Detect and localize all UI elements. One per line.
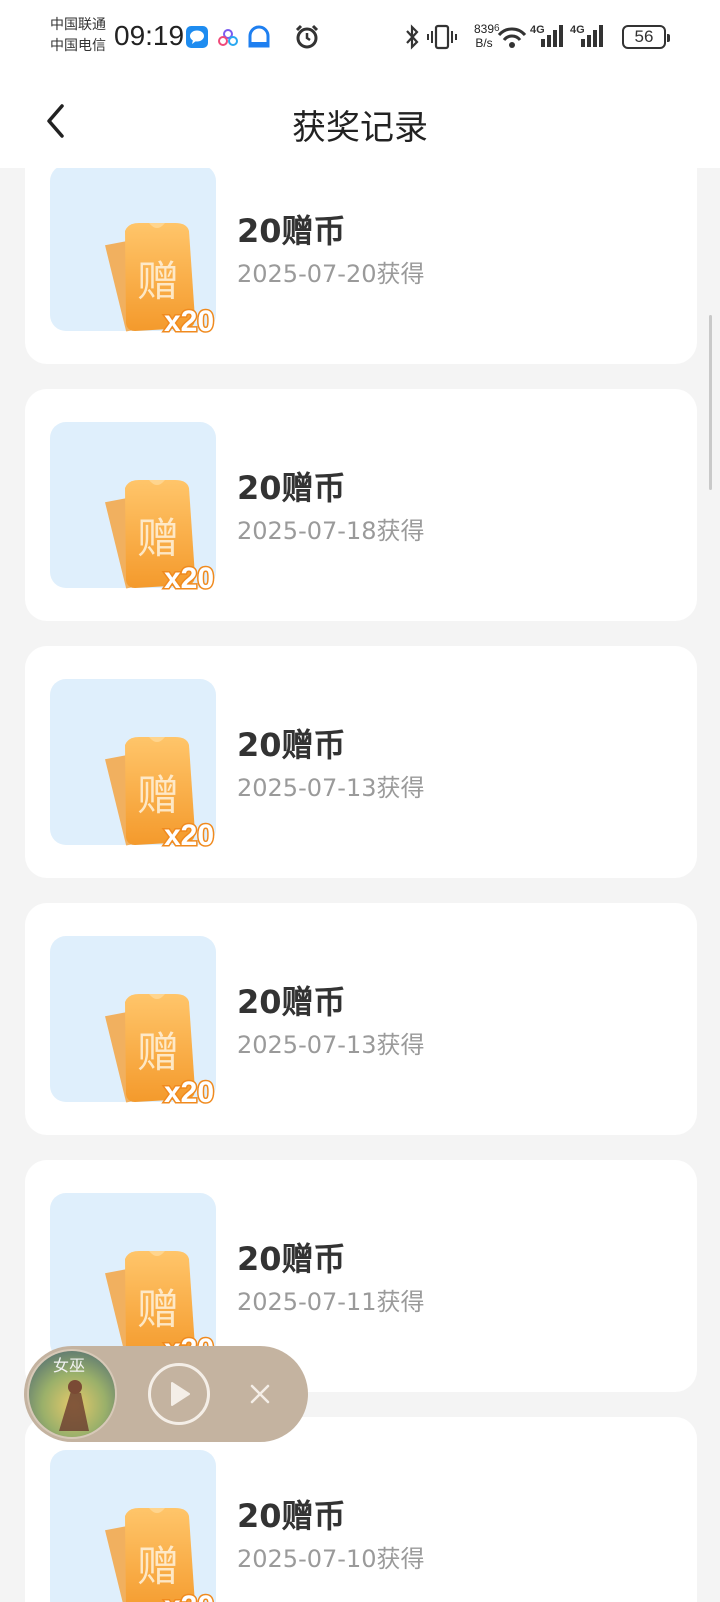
record-date: 2025-07-18获得 <box>237 517 425 545</box>
play-icon <box>171 1382 190 1406</box>
svg-text:赠: 赠 <box>137 771 179 820</box>
record-card[interactable]: 赠 x20 20赠币 2025-07-20获得 <box>25 168 697 364</box>
battery-indicator: 56 <box>622 25 670 49</box>
record-date: 2025-07-10获得 <box>237 1545 425 1573</box>
wifi-icon: 6 <box>494 22 528 54</box>
signal-4g-icon: 4G <box>570 22 606 54</box>
net-speed-unit: B/s <box>475 36 493 50</box>
net-speed: 839 B/s <box>474 22 494 50</box>
svg-text:赠: 赠 <box>137 1285 179 1334</box>
reward-thumbnail: 赠 x20 <box>50 1193 216 1368</box>
svg-text:x20: x20 <box>164 305 214 338</box>
net-speed-value: 839 <box>474 22 495 36</box>
close-icon <box>250 1384 270 1404</box>
bluetooth-icon <box>404 24 420 54</box>
svg-text:4G: 4G <box>530 24 545 36</box>
player-cover[interactable]: 女巫 <box>27 1349 117 1439</box>
record-card[interactable]: 赠 x20 20赠币 2025-07-13获得 <box>25 903 697 1135</box>
record-card[interactable]: 赠 x20 20赠币 2025-07-13获得 <box>25 646 697 878</box>
close-player-button[interactable] <box>238 1372 282 1416</box>
record-date: 2025-07-11获得 <box>237 1288 425 1316</box>
carrier-labels: 中国联通 中国电信 <box>50 15 106 57</box>
cloud-app-icon <box>246 24 272 54</box>
page-title: 获奖记录 <box>292 108 428 148</box>
svg-text:x20: x20 <box>164 1590 214 1602</box>
signal-4g-icon: 4G <box>530 22 566 54</box>
record-title: 20赠币 <box>237 1240 346 1278</box>
message-app-icon <box>185 25 209 53</box>
vibrate-icon <box>426 24 458 54</box>
floating-player[interactable]: 女巫 <box>24 1346 308 1442</box>
record-date: 2025-07-13获得 <box>237 774 425 802</box>
record-title: 20赠币 <box>237 1497 346 1535</box>
reward-thumbnail: 赠 x20 <box>50 422 216 597</box>
svg-text:x20: x20 <box>164 1076 214 1109</box>
svg-text:4G: 4G <box>570 24 585 36</box>
svg-text:x20: x20 <box>164 562 214 595</box>
app-icon <box>216 26 240 54</box>
play-button[interactable] <box>148 1363 210 1425</box>
coupon-icon: 赠 x20 <box>105 1508 216 1602</box>
svg-text:6: 6 <box>494 23 500 34</box>
player-cover-title: 女巫 <box>53 1356 85 1375</box>
record-title: 20赠币 <box>237 212 346 250</box>
coupon-icon: 赠 x20 <box>105 480 216 597</box>
svg-text:赠: 赠 <box>137 1542 179 1591</box>
svg-text:赠: 赠 <box>137 514 179 563</box>
coupon-icon: 赠 x20 <box>105 994 216 1111</box>
carrier-1: 中国联通 <box>50 17 106 33</box>
alarm-icon <box>293 23 321 55</box>
app-header: 获奖记录 <box>0 76 720 168</box>
reward-thumbnail: 赠 x20 <box>50 1450 216 1602</box>
coupon-icon: 赠 x20 <box>105 737 216 854</box>
record-date: 2025-07-13获得 <box>237 1031 425 1059</box>
record-title: 20赠币 <box>237 469 346 507</box>
record-card[interactable]: 赠 x20 20赠币 2025-07-18获得 <box>25 389 697 621</box>
record-card[interactable]: 赠 x20 20赠币 2025-07-10获得 <box>25 1417 697 1602</box>
svg-text:x20: x20 <box>164 819 214 852</box>
reward-thumbnail: 赠 x20 <box>50 679 216 854</box>
record-date: 2025-07-20获得 <box>237 260 425 288</box>
svg-text:赠: 赠 <box>137 1028 179 1077</box>
status-bar: 中国联通 中国电信 09:19 839 B/s 6 4G 4G 56 <box>0 0 720 76</box>
clock: 09:19 <box>114 20 185 51</box>
reward-thumbnail: 赠 x20 <box>50 936 216 1111</box>
record-title: 20赠币 <box>237 983 346 1021</box>
scrollbar[interactable] <box>709 315 712 490</box>
carrier-2: 中国电信 <box>50 38 106 54</box>
svg-text:赠: 赠 <box>137 257 179 306</box>
coupon-icon: 赠 x20 <box>105 223 216 340</box>
record-title: 20赠币 <box>237 726 346 764</box>
reward-thumbnail: 赠 x20 <box>50 168 216 340</box>
